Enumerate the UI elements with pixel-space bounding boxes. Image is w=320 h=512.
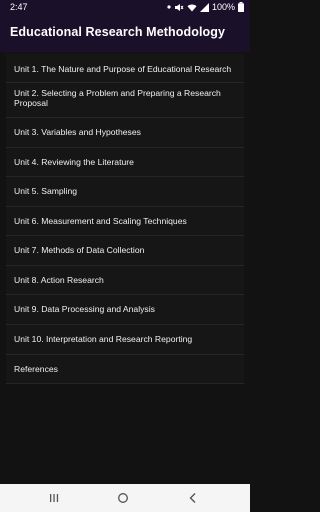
unit-list: Unit 1. The Nature and Purpose of Educat… bbox=[6, 54, 244, 384]
list-item-label: Unit 10. Interpretation and Research Rep… bbox=[14, 334, 193, 344]
list-item-label: Unit 5. Sampling bbox=[14, 186, 78, 196]
list-item-label: Unit 8. Action Research bbox=[14, 275, 104, 285]
status-bar: 2:47 100% bbox=[0, 0, 250, 14]
list-item-label: Unit 3. Variables and Hypotheses bbox=[14, 127, 141, 137]
list-item-label: Unit 9. Data Processing and Analysis bbox=[14, 304, 155, 314]
wifi-icon bbox=[187, 3, 197, 12]
list-item-label: References bbox=[14, 364, 58, 374]
list-item-unit-3[interactable]: Unit 3. Variables and Hypotheses bbox=[6, 118, 244, 148]
list-item-label: Unit 7. Methods of Data Collection bbox=[14, 245, 145, 255]
list-item-label: Unit 6. Measurement and Scaling Techniqu… bbox=[14, 216, 187, 226]
list-item-unit-8[interactable]: Unit 8. Action Research bbox=[6, 266, 244, 295]
list-item-unit-2[interactable]: Unit 2. Selecting a Problem and Preparin… bbox=[6, 83, 244, 118]
list-item-references[interactable]: References bbox=[6, 355, 244, 384]
list-item-unit-4[interactable]: Unit 4. Reviewing the Literature bbox=[6, 148, 244, 177]
list-item-label: Unit 2. Selecting a Problem and Preparin… bbox=[14, 88, 221, 108]
mute-icon bbox=[174, 3, 184, 12]
status-time: 2:47 bbox=[10, 2, 28, 12]
list-item-label: Unit 4. Reviewing the Literature bbox=[14, 157, 134, 167]
home-icon[interactable] bbox=[116, 491, 130, 505]
system-nav-bar bbox=[0, 484, 250, 512]
recents-icon[interactable] bbox=[47, 491, 61, 505]
back-icon[interactable] bbox=[186, 491, 200, 505]
page-title: Educational Research Methodology bbox=[10, 25, 226, 39]
list-item-unit-10[interactable]: Unit 10. Interpretation and Research Rep… bbox=[6, 325, 244, 355]
list-item-unit-7[interactable]: Unit 7. Methods of Data Collection bbox=[6, 236, 244, 266]
list-item-unit-5[interactable]: Unit 5. Sampling bbox=[6, 177, 244, 207]
battery-percent: 100% bbox=[211, 2, 235, 12]
app-bar: Educational Research Methodology bbox=[0, 14, 250, 52]
status-icons: 100% bbox=[167, 0, 244, 14]
list-item-unit-9[interactable]: Unit 9. Data Processing and Analysis bbox=[6, 295, 244, 325]
signal-icon bbox=[199, 2, 209, 12]
list-item-label: Unit 1. The Nature and Purpose of Educat… bbox=[14, 64, 232, 74]
list-item-unit-1[interactable]: Unit 1. The Nature and Purpose of Educat… bbox=[6, 54, 244, 83]
battery-icon bbox=[238, 2, 244, 12]
dot-icon bbox=[167, 5, 171, 9]
list-item-unit-6[interactable]: Unit 6. Measurement and Scaling Techniqu… bbox=[6, 207, 244, 236]
